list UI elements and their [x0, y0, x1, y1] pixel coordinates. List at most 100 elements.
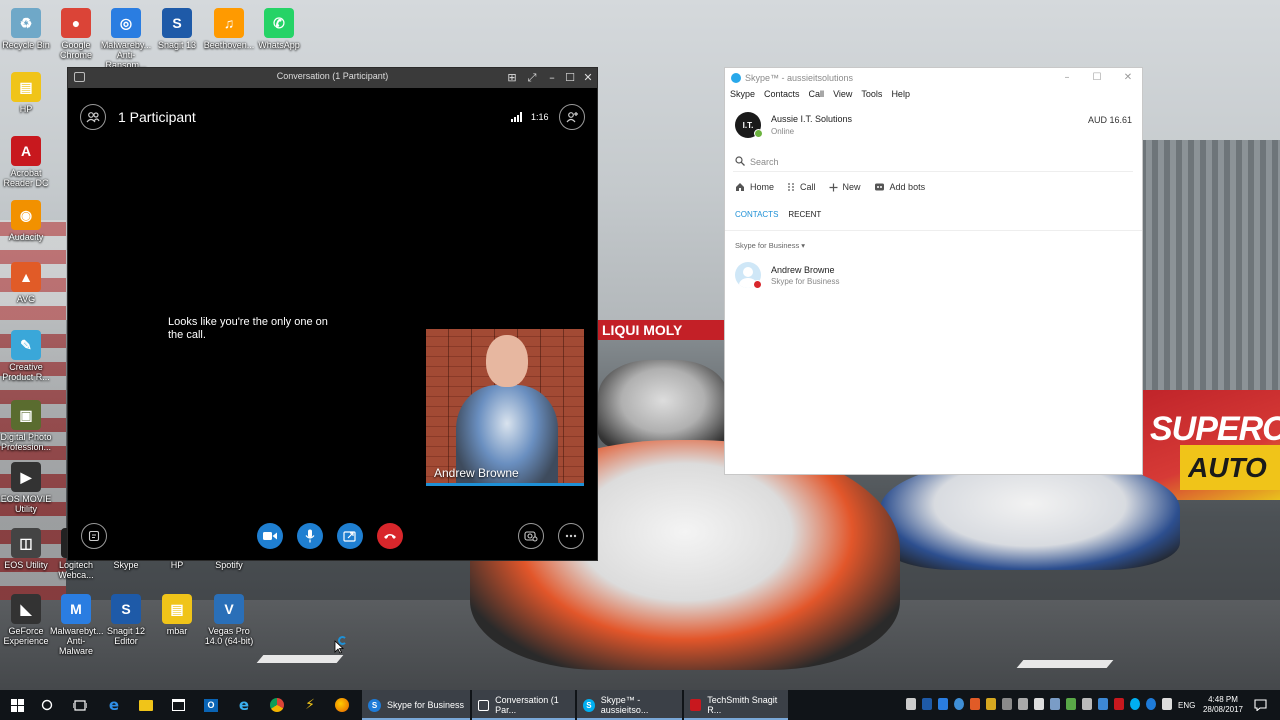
contact-name[interactable]: Andrew Browne	[771, 265, 835, 275]
add-bots-button[interactable]: Add bots	[874, 182, 925, 192]
more-options-button[interactable]	[558, 523, 584, 549]
tray-skype-icon[interactable]	[1130, 698, 1140, 710]
task-skype[interactable]: S Skype™ - aussieitso...	[577, 690, 682, 720]
video-active-bar	[426, 483, 584, 486]
tray-record-icon[interactable]	[1114, 698, 1124, 710]
menu-tools[interactable]: Tools	[861, 89, 882, 99]
mute-button[interactable]	[297, 523, 323, 549]
search-input[interactable]	[750, 154, 1120, 170]
tray-network-icon[interactable]	[954, 698, 964, 710]
taskbar-chrome[interactable]	[269, 697, 285, 713]
chat-toggle-button[interactable]	[81, 523, 107, 549]
desktop-icon[interactable]: ♫ Beethoven...	[203, 8, 255, 50]
menu-view[interactable]: View	[833, 89, 852, 99]
taskbar-firefox[interactable]	[334, 697, 350, 713]
desktop-icon[interactable]: ● Google Chrome	[50, 8, 102, 60]
add-participant-button[interactable]	[559, 104, 585, 130]
video-button[interactable]	[257, 523, 283, 549]
desktop-icon[interactable]: ▲ AVG	[0, 262, 52, 304]
tray-volume-icon[interactable]	[1034, 698, 1044, 710]
menu-call[interactable]: Call	[809, 89, 825, 99]
taskbar-clock[interactable]: 4:48 PM 28/08/2017	[1199, 695, 1247, 715]
menu-skype[interactable]: Skype	[730, 89, 755, 99]
profile-name[interactable]: Aussie I.T. Solutions	[771, 114, 852, 124]
skype-main-window[interactable]: Skype™ - aussieitsolutions – ☐ ✕ Skype C…	[724, 67, 1143, 475]
desktop-icon[interactable]: ✎ Creative Product R...	[0, 330, 52, 382]
call-button[interactable]: Call	[787, 182, 816, 192]
tray-security-icon[interactable]	[986, 698, 996, 710]
device-settings-button[interactable]	[518, 523, 544, 549]
start-button[interactable]	[9, 697, 25, 713]
tab-contacts[interactable]: CONTACTS	[735, 210, 778, 219]
taskbar-ie[interactable]: e	[236, 696, 252, 714]
desktop-icon[interactable]: S Snagit 13	[151, 8, 203, 50]
new-label: New	[842, 182, 861, 192]
conversation-titlebar[interactable]: Conversation (1 Participant) ⊞ ⤢ – ☐ ✕	[68, 68, 597, 88]
desktop-icon[interactable]: ▤ HP	[0, 72, 52, 114]
contact-group-header[interactable]: Skype for Business ▾	[735, 241, 805, 250]
task-conversation[interactable]: Conversation (1 Par...	[472, 690, 575, 720]
tray-app2-icon[interactable]	[1002, 698, 1012, 710]
search-button[interactable]	[39, 697, 55, 713]
tray-battery-icon[interactable]	[1082, 698, 1092, 710]
desktop-icon[interactable]: S Snagit 12 Editor	[100, 594, 152, 646]
tray-snagit-icon[interactable]	[922, 698, 932, 710]
desktop-icon[interactable]: ✆ WhatsApp	[253, 8, 305, 50]
maximize-button[interactable]: ☐	[1090, 72, 1104, 84]
desktop-icon[interactable]: ▶ EOS MOVIE Utility	[0, 462, 52, 514]
tab-recent[interactable]: RECENT	[788, 210, 821, 219]
tray-avg-icon[interactable]	[970, 698, 980, 710]
tray-app-icon[interactable]	[906, 698, 916, 710]
participants-button[interactable]	[80, 104, 106, 130]
skype-titlebar[interactable]: Skype™ - aussieitsolutions – ☐ ✕	[725, 68, 1142, 88]
skype-credit[interactable]: AUD 16.61	[1088, 115, 1132, 125]
desktop-icon[interactable]: ▤ mbar	[151, 594, 203, 636]
conversation-window[interactable]: Conversation (1 Participant) ⊞ ⤢ – ☐ ✕ 1…	[67, 67, 598, 561]
share-screen-button[interactable]	[337, 523, 363, 549]
desktop-icon[interactable]: ◣ GeForce Experience	[0, 594, 52, 646]
desktop-icon[interactable]: ◎ Malwareby... Anti-Ransom...	[100, 8, 152, 70]
tray-malwarebytes-icon[interactable]	[938, 698, 948, 710]
language-indicator[interactable]: ENG	[1178, 701, 1195, 710]
task-snagit[interactable]: TechSmith Snagit R...	[684, 690, 788, 720]
task-view-button[interactable]	[72, 697, 88, 713]
menu-contacts[interactable]: Contacts	[764, 89, 800, 99]
tray-app3-icon[interactable]	[1018, 698, 1028, 710]
taskbar-pinned-app[interactable]: ⚡	[302, 697, 318, 713]
tray-nvidia-icon[interactable]	[1066, 698, 1076, 710]
desktop-icon[interactable]: M Malwarebyt... Anti-Malware	[50, 594, 104, 656]
home-button[interactable]: Home	[735, 182, 774, 192]
desktop-icon[interactable]: ◫ EOS Utility	[0, 528, 52, 570]
task-label: TechSmith Snagit R...	[707, 695, 778, 715]
wallpaper-banner-text: SUPERC	[1150, 410, 1280, 448]
hang-up-button[interactable]	[377, 523, 403, 549]
share-screen-icon	[343, 531, 356, 542]
taskbar-edge[interactable]: e	[106, 696, 122, 714]
participant-video[interactable]: Andrew Browne	[426, 329, 584, 486]
desktop-icon[interactable]: ▣ Digital Photo Profession...	[0, 400, 52, 452]
tray-wifi-icon[interactable]	[1162, 698, 1172, 710]
close-button[interactable]: ✕	[1121, 72, 1135, 84]
minimize-button[interactable]: –	[1060, 72, 1074, 84]
desktop-icon[interactable]: A Acrobat Reader DC	[0, 136, 52, 188]
desktop-icon[interactable]: ◉ Audacity	[0, 200, 52, 242]
action-center-button[interactable]	[1252, 697, 1268, 713]
desktop-icon[interactable]: ♻ Recycle Bin	[0, 8, 52, 50]
wallpaper-grandstand	[1140, 140, 1280, 400]
close-button[interactable]: ✕	[580, 70, 596, 86]
task-skype-for-business[interactable]: S Skype for Business	[362, 690, 470, 720]
fullscreen-icon[interactable]: ⤢	[524, 70, 540, 86]
profile-status[interactable]: Online	[771, 127, 794, 136]
minimize-button[interactable]: –	[544, 70, 560, 86]
desktop-icon[interactable]: V Vegas Pro 14.0 (64-bit)	[203, 594, 255, 646]
menu-help[interactable]: Help	[891, 89, 910, 99]
taskbar-store[interactable]	[170, 697, 186, 713]
tile-icon[interactable]: ⊞	[504, 70, 520, 86]
maximize-button[interactable]: ☐	[562, 70, 578, 86]
taskbar-outlook[interactable]: O	[203, 697, 219, 713]
tray-bluetooth-icon[interactable]	[1098, 698, 1108, 710]
tray-steam-icon[interactable]	[1050, 698, 1060, 710]
tray-sfb-icon[interactable]	[1146, 698, 1156, 710]
taskbar-file-explorer[interactable]	[138, 697, 154, 713]
new-button[interactable]: New	[829, 182, 861, 192]
